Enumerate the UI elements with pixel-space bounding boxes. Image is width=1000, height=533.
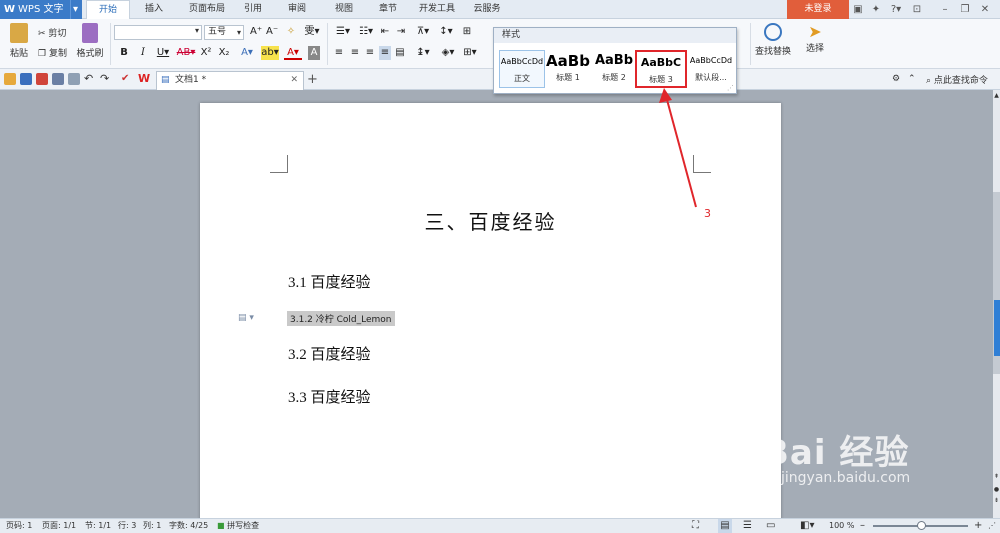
annotation-number: 3	[704, 207, 711, 220]
arrow-line	[665, 95, 697, 208]
web-view-icon[interactable]: ▭	[766, 519, 775, 533]
outline-view-icon[interactable]: ☰	[743, 519, 752, 533]
zoom-in-icon[interactable]: +	[974, 519, 982, 533]
fullscreen-icon[interactable]: ⛶	[692, 519, 699, 533]
watermark-brand: Bai 经验	[763, 433, 910, 473]
arrow-head	[659, 88, 672, 103]
browse-object-icon[interactable]: ●	[993, 486, 1000, 493]
status-row: 行: 3	[118, 521, 137, 530]
status-section: 节: 1/1	[85, 521, 112, 530]
page-view-icon[interactable]: ▤	[718, 519, 732, 533]
status-word-count[interactable]: 字数: 4/25	[169, 519, 208, 533]
check-icon: ■	[217, 521, 225, 530]
status-page-code: 页码: 1	[6, 521, 33, 530]
status-pages: 页面: 1/1	[42, 521, 77, 530]
baidu-watermark: Bai 经验 jingyan.baidu.com	[763, 425, 910, 486]
next-page-icon[interactable]: ⇟	[993, 497, 1000, 504]
status-column: 列: 1	[143, 521, 162, 530]
status-bar: 页码: 1 页面: 1/1 节: 1/1 行: 3 列: 1 字数: 4/25 …	[0, 518, 1000, 533]
watermark-url: jingyan.baidu.com	[781, 470, 911, 486]
zoom-slider-handle[interactable]	[917, 521, 926, 530]
resize-grip-icon[interactable]: ⋰	[988, 519, 996, 533]
spellcheck-label: 拼写检查	[227, 521, 260, 530]
reading-mode-icon[interactable]: ◧▾	[800, 519, 814, 533]
scroll-up-icon[interactable]: ▲	[993, 92, 1000, 99]
spellcheck-toggle[interactable]: ■ 拼写检查	[217, 519, 259, 533]
zoom-out-icon[interactable]: –	[860, 519, 865, 533]
zoom-value[interactable]: 100 %	[829, 519, 854, 533]
previous-page-icon[interactable]: ⇞	[993, 473, 1000, 480]
side-panel-tab[interactable]	[994, 300, 1000, 356]
